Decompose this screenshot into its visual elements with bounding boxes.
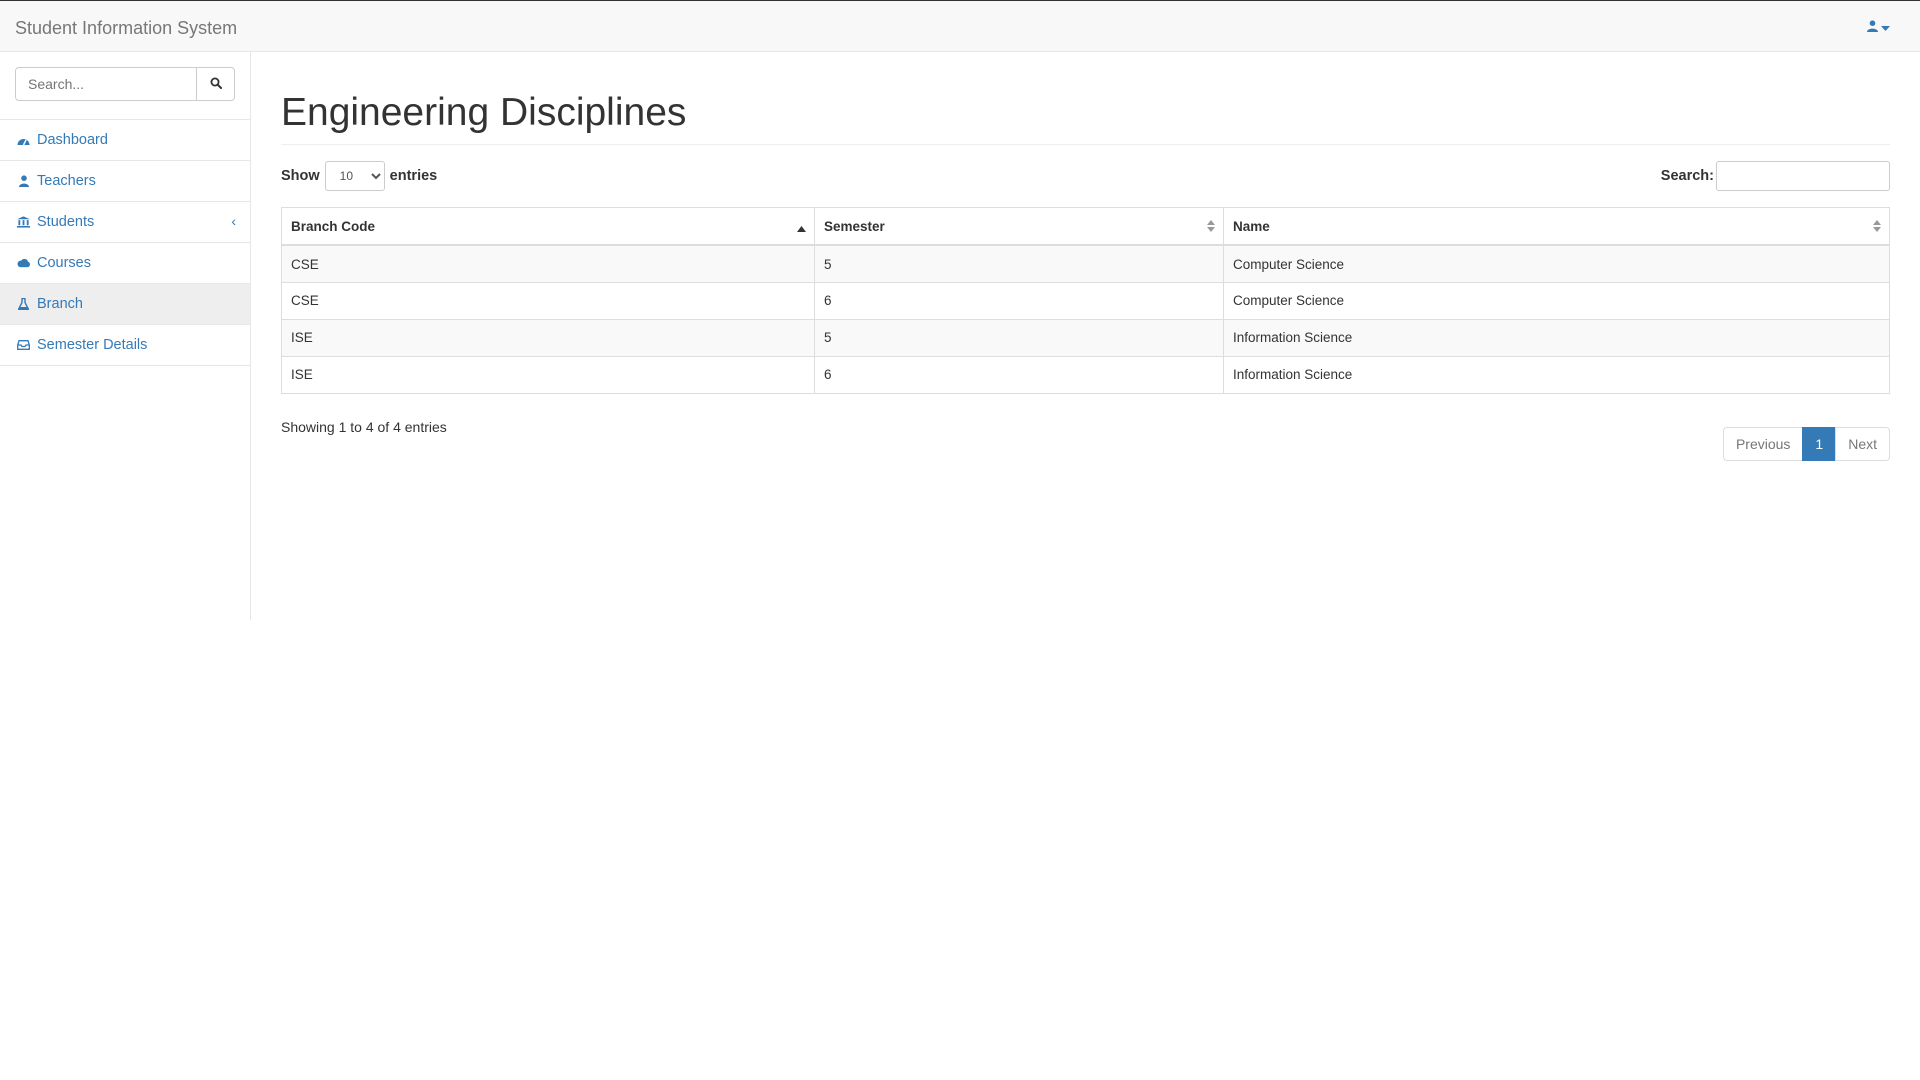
inbox-icon [17,339,30,352]
sort-both-icon [1873,219,1881,235]
sidebar-item-label: Dashboard [37,132,108,148]
cell-branch-code: CSE [281,281,815,320]
cell-branch-code: CSE [281,244,815,283]
dashboard-icon [17,134,30,147]
table-info: Showing 1 to 4 of 4 entries [281,418,447,435]
table-row: CSE 5 Computer Science [281,244,1890,283]
sidebar-search [0,52,250,120]
cell-semester: 6 [814,355,1224,394]
cell-semester: 5 [814,318,1224,357]
cell-branch-code: ISE [281,318,815,357]
sidebar-search-input[interactable] [15,67,197,101]
institution-icon [17,216,30,229]
sidebar-item-label: Semester Details [37,337,148,353]
table-search-input[interactable] [1716,160,1890,191]
table-search-control: Search: [1660,160,1890,191]
caret-down-icon [1881,19,1890,35]
entries-label: entries [389,167,438,184]
sidebar-item-courses[interactable]: Courses [0,243,250,284]
entries-select[interactable]: 10 [324,160,385,191]
cell-semester: 6 [814,281,1224,320]
sidebar-item-students[interactable]: Students ‹ [0,202,250,243]
entries-length-control: Show 10 entries [281,160,438,191]
column-header-label: Branch Code [291,218,376,234]
table-controls: Show 10 entries Search: [281,160,1890,207]
main-content: Engineering Disciplines Show 10 entries … [281,52,1890,461]
table-row: ISE 6 Information Science [281,355,1890,394]
table-row: ISE 5 Information Science [281,318,1890,357]
sidebar-item-semester-details[interactable]: Semester Details [0,325,250,366]
column-header-label: Name [1233,218,1270,234]
cell-name: Information Science [1223,355,1890,394]
sidebar: Dashboard Teachers Students ‹ Courses Br… [0,52,251,620]
user-icon [17,175,30,188]
cloud-icon [17,257,30,270]
page-header: Engineering Disciplines [281,91,1890,145]
sidebar-item-label: Branch [37,296,83,312]
sort-ascending-icon [797,220,806,235]
user-menu-toggle[interactable] [1867,19,1890,35]
sidebar-item-teachers[interactable]: Teachers [0,161,250,202]
branch-table: Branch Code Semester Name CSE 5 Computer… [281,206,1890,394]
sort-both-icon [1207,219,1215,235]
chevron-left-icon[interactable]: ‹ [231,213,236,229]
table-search-label: Search: [1660,167,1714,184]
column-header-name[interactable]: Name [1223,206,1890,247]
sidebar-item-branch[interactable]: Branch [0,284,250,325]
cell-name: Information Science [1223,318,1890,357]
column-header-semester[interactable]: Semester [814,206,1224,247]
next-page-button[interactable]: Next [1835,427,1890,461]
flask-icon [17,298,30,311]
user-icon [1867,19,1878,35]
cell-branch-code: ISE [281,355,815,394]
cell-semester: 5 [814,244,1224,283]
show-label: Show [281,167,320,184]
cell-name: Computer Science [1223,281,1890,320]
sidebar-item-label: Courses [37,255,91,271]
table-row: CSE 6 Computer Science [281,281,1890,320]
sidebar-item-label: Teachers [37,173,96,189]
previous-page-button[interactable]: Previous [1722,427,1804,461]
app-brand[interactable]: Student Information System [15,18,237,39]
sidebar-item-dashboard[interactable]: Dashboard [0,120,250,161]
table-header-row: Branch Code Semester Name [281,206,1890,247]
sidebar-search-button[interactable] [197,67,235,101]
pagination: Previous 1 Next [1722,427,1890,461]
search-icon [210,77,222,92]
cell-name: Computer Science [1223,244,1890,283]
column-header-branch-code[interactable]: Branch Code [281,206,815,247]
page-1-button[interactable]: 1 [1802,427,1837,461]
column-header-label: Semester [824,218,885,234]
top-navbar: Student Information System [0,0,1920,52]
sidebar-item-label: Students [37,214,95,230]
page-title: Engineering Disciplines [281,91,687,134]
